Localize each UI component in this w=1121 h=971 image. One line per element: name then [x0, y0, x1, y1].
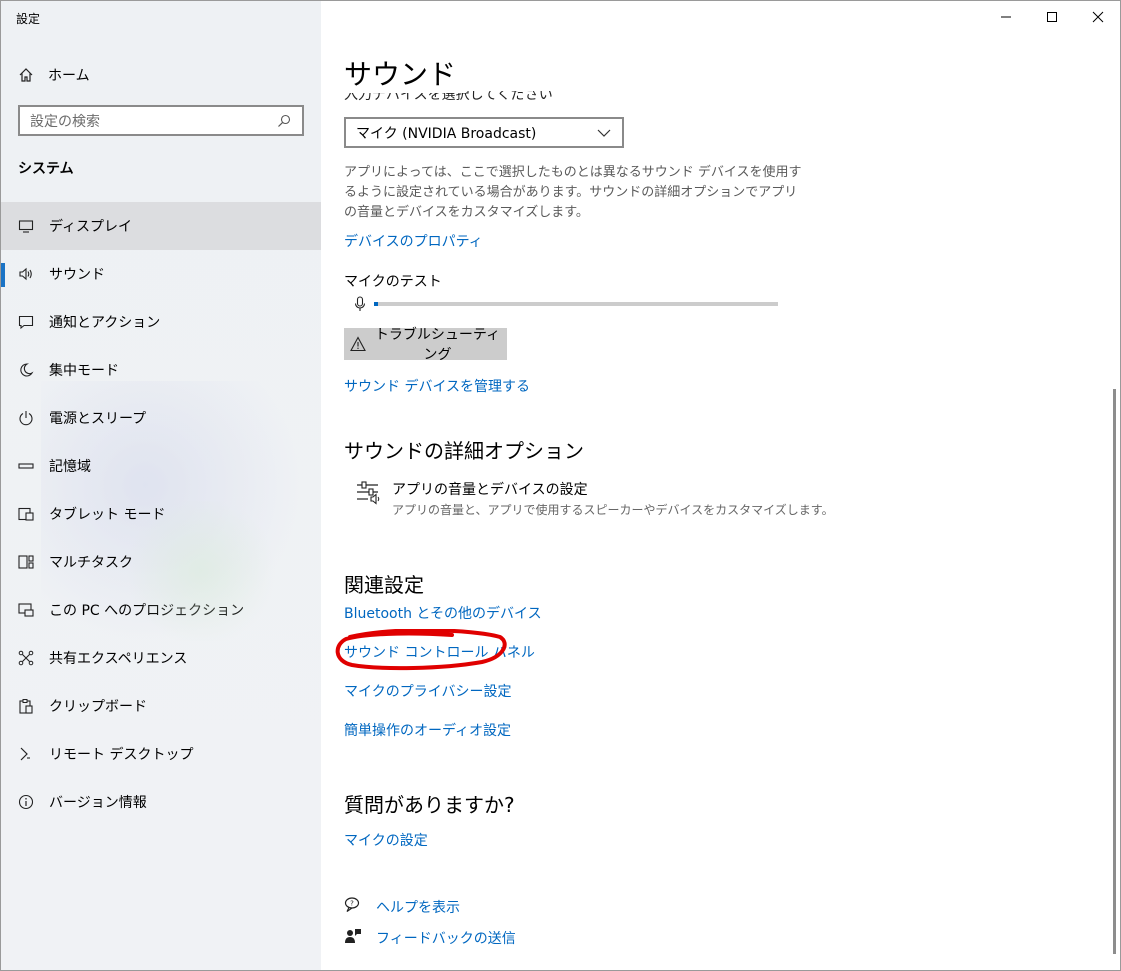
display-icon: [18, 218, 34, 234]
storage-icon: [18, 458, 34, 474]
sidebar-home[interactable]: ホーム: [18, 62, 90, 88]
home-icon: [18, 67, 34, 83]
question-heading: 質問がありますか?: [344, 793, 515, 817]
multitask-icon: [18, 554, 34, 570]
sidebar: 設定 ホーム 設定の検索 システム ディスプレイ サウンド 通知とアクション 集…: [1, 1, 321, 970]
sidebar-item-power[interactable]: 電源とスリープ: [1, 394, 321, 442]
power-icon: [18, 410, 34, 426]
microphone-icon: [352, 296, 368, 312]
mixer-icon: [356, 479, 382, 518]
app-volume-settings-item[interactable]: アプリの音量とデバイスの設定 アプリの音量と、アプリで使用するスピーカーやデバイ…: [356, 479, 834, 518]
projection-icon: [18, 602, 34, 618]
share-icon: [18, 650, 34, 666]
sidebar-item-label: 記憶域: [49, 459, 91, 475]
sidebar-section-title: システム: [18, 161, 74, 177]
scrollbar[interactable]: [1113, 389, 1116, 954]
info-icon: [18, 794, 34, 810]
search-icon[interactable]: [276, 113, 292, 129]
chevron-down-icon: [596, 125, 612, 141]
sidebar-item-label: 電源とスリープ: [49, 411, 147, 427]
feedback-link[interactable]: フィードバックの送信: [376, 928, 516, 948]
input-device-select[interactable]: マイク (NVIDIA Broadcast): [344, 117, 624, 148]
main-content: 入力デバイスを選択してください サウンド マイク (NVIDIA Broadca…: [322, 1, 1120, 970]
sidebar-item-label: サウンド: [49, 267, 105, 283]
speaker-icon: [18, 266, 34, 282]
sidebar-item-label: 通知とアクション: [49, 315, 161, 331]
help-link[interactable]: ヘルプを表示: [376, 897, 460, 917]
tablet-icon: [18, 506, 34, 522]
help-row[interactable]: ? ヘルプを表示: [344, 896, 460, 918]
bluetooth-devices-link[interactable]: Bluetooth とその他のデバイス: [344, 603, 542, 623]
advanced-options-heading: サウンドの詳細オプション: [344, 439, 584, 463]
help-icon: ?: [344, 896, 362, 918]
mic-privacy-link[interactable]: マイクのプライバシー設定: [344, 681, 511, 701]
clipboard-icon: [18, 698, 34, 714]
sidebar-item-focus[interactable]: 集中モード: [1, 346, 321, 394]
device-properties-link[interactable]: デバイスのプロパティ: [344, 231, 483, 251]
sidebar-item-clipboard[interactable]: クリップボード: [1, 682, 321, 730]
sidebar-item-notifications[interactable]: 通知とアクション: [1, 298, 321, 346]
remote-icon: [18, 746, 34, 762]
sidebar-item-label: バージョン情報: [49, 795, 147, 811]
troubleshoot-label: トラブルシューティング: [374, 326, 501, 362]
svg-text:?: ?: [350, 900, 354, 908]
related-settings-heading: 関連設定: [344, 573, 424, 597]
sidebar-item-label: リモート デスクトップ: [49, 747, 194, 763]
manage-sound-devices-link[interactable]: サウンド デバイスを管理する: [344, 376, 530, 396]
sidebar-item-label: クリップボード: [49, 699, 147, 715]
app-device-description: アプリによっては、ここで選択したものとは異なるサウンド デバイスを使用するように…: [344, 165, 802, 220]
app-title: 設定: [16, 12, 41, 26]
mic-level-fill: [374, 302, 378, 306]
search-input[interactable]: 設定の検索: [18, 105, 304, 136]
warning-icon: [350, 336, 366, 352]
sidebar-item-shared[interactable]: 共有エクスペリエンス: [1, 634, 321, 682]
search-placeholder: 設定の検索: [30, 113, 100, 130]
sidebar-home-label: ホーム: [48, 68, 90, 84]
sidebar-item-label: 集中モード: [49, 363, 119, 379]
app-volume-subtitle: アプリの音量と、アプリで使用するスピーカーやデバイスをカスタマイズします。: [392, 503, 834, 517]
input-device-value: マイク (NVIDIA Broadcast): [356, 125, 537, 142]
sidebar-item-sound[interactable]: サウンド: [1, 250, 321, 298]
feedback-icon: [344, 927, 362, 949]
page-title: サウンド: [344, 53, 467, 93]
sidebar-item-multitask[interactable]: マルチタスク: [1, 538, 321, 586]
troubleshoot-button[interactable]: トラブルシューティング: [344, 326, 507, 362]
sidebar-item-tablet[interactable]: タブレット モード: [1, 490, 321, 538]
sidebar-item-storage[interactable]: 記憶域: [1, 442, 321, 490]
sidebar-item-remote[interactable]: リモート デスクトップ: [1, 730, 321, 778]
mic-settings-link[interactable]: マイクの設定: [344, 830, 428, 850]
feedback-row[interactable]: フィードバックの送信: [344, 927, 516, 949]
sidebar-item-label: ディスプレイ: [49, 219, 133, 235]
moon-icon: [18, 362, 34, 378]
mic-level-track: [374, 302, 778, 306]
ease-audio-link[interactable]: 簡単操作のオーディオ設定: [344, 720, 511, 740]
sidebar-item-display[interactable]: ディスプレイ: [1, 202, 321, 250]
mic-level-meter: [352, 296, 778, 312]
sound-control-panel-link[interactable]: サウンド コントロール パネル: [344, 642, 535, 662]
sidebar-item-label: マルチタスク: [49, 555, 133, 571]
sidebar-nav: ディスプレイ サウンド 通知とアクション 集中モード 電源とスリープ 記憶域 タ…: [1, 202, 321, 826]
notification-icon: [18, 314, 34, 330]
sidebar-item-about[interactable]: バージョン情報: [1, 778, 321, 826]
sidebar-item-label: この PC へのプロジェクション: [49, 603, 245, 619]
mic-test-label: マイクのテスト: [344, 274, 442, 290]
sidebar-item-label: 共有エクスペリエンス: [49, 651, 188, 667]
sidebar-item-label: タブレット モード: [49, 507, 166, 523]
app-volume-title: アプリの音量とデバイスの設定: [392, 482, 588, 498]
sidebar-item-projection[interactable]: この PC へのプロジェクション: [1, 586, 321, 634]
